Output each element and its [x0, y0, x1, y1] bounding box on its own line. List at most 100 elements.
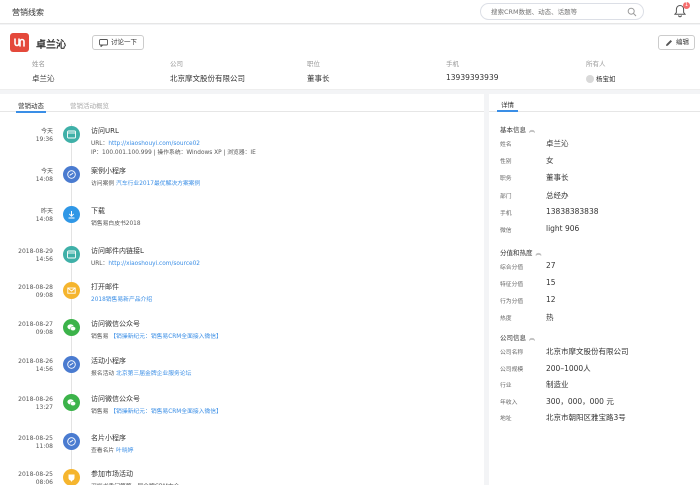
detail-text: URL：	[91, 261, 109, 267]
timeline-item: 2018-08-26 14:56 活动小程序 报名活动 北京第三届金牌企业服务论…	[0, 354, 484, 394]
timeline-item: 2018-08-26 13:27 访问微信公众号 销售易 【销操新纪元：销售易C…	[0, 392, 484, 432]
timeline-item: 2018-08-28 09:08 打开邮件 2018销售易新产品介绍	[0, 280, 484, 320]
mini-program-icon	[67, 360, 76, 369]
web-icon	[67, 130, 76, 139]
timeline-day: 2018-08-28	[18, 284, 53, 291]
detail-row: 手机 13838383838	[500, 207, 695, 219]
search-icon[interactable]	[627, 7, 637, 17]
search-input[interactable]	[491, 6, 626, 18]
section-title[interactable]: 公司信息 ︽	[500, 332, 535, 342]
timeline-day: 2018-08-26	[18, 396, 53, 403]
wechat-icon	[67, 324, 76, 331]
discuss-button[interactable]: 讨论一下	[92, 35, 144, 50]
timeline-icon	[63, 394, 80, 411]
timeline-time: 11:08	[35, 443, 53, 450]
timeline-date: 2018-08-25 08:06	[18, 471, 53, 485]
company-logo	[10, 33, 29, 52]
detail-panel: 详情 基本信息 ︽ 姓名 卓兰沁 性别女职务 董事长 部门 总经办 手机 13838383838 微…	[489, 94, 700, 485]
detail-key: 部门	[500, 193, 512, 200]
tab-marketing-activity[interactable]: 营销动态	[16, 100, 46, 113]
timeline-time: 09:08	[35, 329, 53, 336]
timeline-day: 昨天	[40, 208, 53, 215]
owner-value[interactable]: 杨宝如	[586, 73, 616, 83]
notification-button[interactable]: 1	[673, 2, 690, 18]
detail-key: 年收入	[500, 399, 518, 406]
field-owner: 所有人 杨宝如	[586, 58, 616, 83]
lead-name: 卓兰沁	[36, 40, 66, 51]
field-mobile: 手机 13939393939	[446, 58, 499, 82]
detail-link[interactable]: 叶晓婷	[116, 448, 133, 454]
timeline-title: 参加市场活动	[91, 470, 133, 478]
detail-value: 制造业	[546, 380, 569, 390]
timeline-title: 打开邮件	[91, 283, 119, 291]
timeline-icon	[63, 319, 80, 336]
notification-badge: 1	[682, 2, 690, 9]
detail-text: 报名活动	[91, 371, 117, 377]
timeline-title: 访问URL	[91, 127, 119, 135]
timeline-day: 2018-08-25	[18, 435, 53, 442]
timeline-time: 14:08	[35, 216, 53, 223]
timeline-title: 名片小程序	[91, 434, 126, 442]
timeline-icon	[63, 433, 80, 450]
detail-key: 公司名称	[500, 350, 524, 356]
tab-details[interactable]: 详情	[497, 99, 518, 112]
timeline-detail-extra: IP：100.001.100.999 | 操作系统：Windows XP | 浏…	[91, 150, 256, 156]
chevron-up-icon[interactable]: ︽	[529, 127, 535, 134]
edit-button[interactable]: 编辑	[658, 35, 695, 50]
timeline-day: 今天	[40, 168, 53, 175]
detail-key: 职务	[500, 176, 512, 183]
detail-key: 行为分值	[500, 299, 524, 305]
detail-link[interactable]: 汽车行业2017最优解决方案案例	[116, 181, 200, 187]
timeline-item: 2018-08-29 14:56 访问邮件内链接L URL：http://xia…	[0, 244, 484, 284]
timeline-icon	[63, 469, 80, 485]
field-value: 北京摩文股份有限公司	[170, 74, 245, 83]
detail-text: 查看名片	[91, 448, 117, 454]
detail-row: 行为分值 12	[500, 295, 695, 307]
timeline-date: 2018-08-27 09:08	[18, 321, 53, 337]
section-title[interactable]: 基本信息 ︽	[500, 124, 535, 134]
logo-icon	[14, 38, 25, 47]
tab-campaign-overview[interactable]: 营销活动概览	[70, 100, 109, 110]
timeline-item: 2018-08-27 09:08 访问微信公众号 销售易 【销操新纪元：销售易C…	[0, 317, 484, 357]
detail-row: 公司名称 北京市摩文股份有限公司	[500, 346, 695, 358]
timeline-icon	[63, 206, 80, 223]
detail-link[interactable]: http://xiaoshouyi.com/source02	[108, 261, 200, 267]
timeline-icon	[63, 126, 80, 143]
timeline-item: 2018-08-25 11:08 名片小程序 查看名片 叶晓婷	[0, 431, 484, 471]
timeline-title: 案例小程序	[91, 167, 126, 175]
detail-link[interactable]: 【销操新纪元：销售易CRM全面接入微信】	[110, 409, 222, 415]
timeline-time: 09:08	[35, 292, 53, 299]
timeline-time: 13:27	[35, 404, 53, 411]
field-label: 公司	[170, 60, 183, 68]
detail-key: 地址	[500, 416, 512, 423]
detail-text: 销售易	[91, 334, 111, 340]
detail-value: 北京市摩文股份有限公司	[546, 347, 629, 356]
detail-value: 女	[546, 156, 554, 166]
field-position: 职位 董事长	[307, 58, 330, 84]
detail-value: 27	[546, 261, 556, 270]
section-title-text: 公司信息	[500, 334, 526, 342]
edit-label: 编辑	[676, 38, 689, 46]
detail-link[interactable]: 【销操新纪元：销售易CRM全面接入微信】	[110, 334, 222, 340]
timeline-day: 2018-08-26	[18, 358, 53, 365]
global-search[interactable]	[480, 3, 644, 20]
detail-key: 特征分值	[500, 282, 524, 288]
detail-value: 热	[546, 313, 554, 322]
detail-tabs: 详情	[489, 94, 700, 112]
pencil-icon	[666, 40, 672, 46]
chevron-up-icon[interactable]: ︽	[536, 250, 542, 257]
detail-link[interactable]: 2018销售易新产品介绍	[91, 297, 152, 303]
section-title[interactable]: 分值和热度 ︽	[500, 247, 542, 257]
chevron-up-icon[interactable]: ︽	[529, 335, 535, 342]
activity-panel: 营销动态 营销活动概览 今天 19:36 访问URL URL：http://xi…	[0, 94, 484, 485]
timeline-date: 今天 19:36	[36, 128, 53, 144]
field-label: 职位	[307, 60, 320, 68]
timeline-icon	[63, 282, 80, 299]
mini-program-icon	[67, 170, 76, 179]
timeline-detail: 销售易白皮书2018	[91, 218, 141, 227]
detail-link[interactable]: 北京第三届金牌企业服务论坛	[116, 371, 191, 377]
field-label: 所有人	[586, 60, 606, 68]
detail-key: 姓名	[500, 142, 512, 148]
timeline-date: 昨天 14:08	[36, 208, 53, 224]
avatar	[586, 75, 594, 83]
